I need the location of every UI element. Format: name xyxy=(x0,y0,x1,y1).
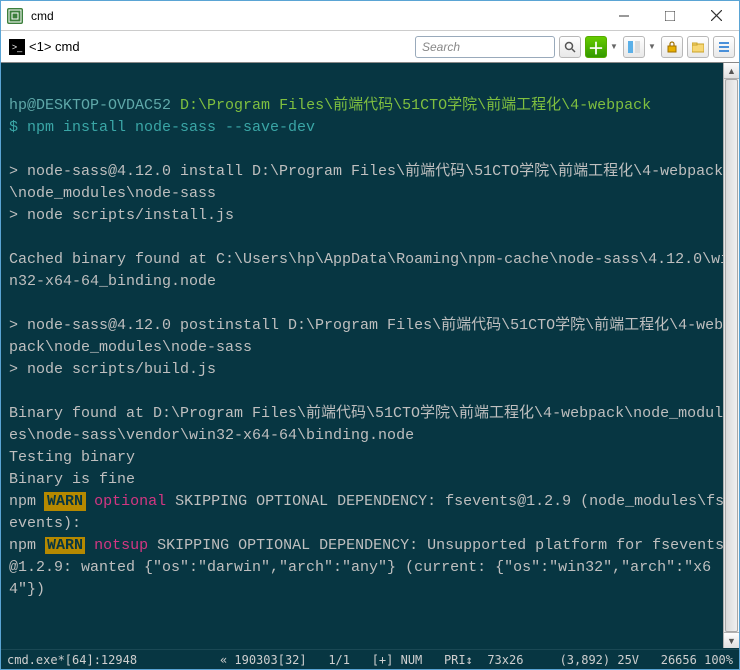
prompt-user: hp@DESKTOP-OVDAC52 xyxy=(9,97,171,114)
warn-kind: optional xyxy=(94,493,166,510)
output-line: > node-sass@4.12.0 install D:\Program Fi… xyxy=(9,163,723,202)
terminal-icon: >_ xyxy=(9,39,25,55)
window-title: cmd xyxy=(29,9,601,23)
warn-badge: WARN xyxy=(45,537,85,554)
split-button[interactable] xyxy=(623,36,645,58)
split-dropdown[interactable]: ▼ xyxy=(647,42,657,51)
status-sel: 26656 xyxy=(661,653,697,667)
warn-badge: WARN xyxy=(45,493,85,510)
new-tab-button[interactable]: ＋ xyxy=(585,36,607,58)
tab-cmd[interactable]: >_ <1> cmd xyxy=(5,37,84,57)
folder-icon xyxy=(692,41,704,53)
menu-button[interactable] xyxy=(713,36,735,58)
output-line: Binary found at D:\Program Files\前端代码\51… xyxy=(9,405,723,444)
status-zoom: 100% xyxy=(704,653,733,667)
minimize-button[interactable] xyxy=(601,1,647,30)
scrollbar[interactable]: ▲ ▼ xyxy=(723,63,739,648)
app-icon xyxy=(7,8,23,24)
status-pos: 1/1 xyxy=(328,653,350,667)
npm-prefix: npm xyxy=(9,493,36,510)
new-tab-dropdown[interactable]: ▼ xyxy=(609,42,619,51)
titlebar: cmd xyxy=(1,1,739,31)
scroll-thumb[interactable] xyxy=(725,79,738,632)
status-bar: cmd.exe*[64]:12948 « 190303[32] 1/1 [+] … xyxy=(1,649,739,669)
output-line: > node-sass@4.12.0 postinstall D:\Progra… xyxy=(9,317,723,356)
search-input[interactable]: Search xyxy=(415,36,555,58)
output-line: Cached binary found at C:\Users\hp\AppDa… xyxy=(9,251,729,290)
status-flags: [+] NUM PRI↕ xyxy=(372,653,473,667)
maximize-button[interactable] xyxy=(647,1,693,30)
scroll-track[interactable] xyxy=(724,79,739,632)
prompt-path: D:\Program Files\前端代码\51CTO学院\前端工程化\4-we… xyxy=(180,97,651,114)
lock-button[interactable] xyxy=(661,36,683,58)
command-line: $ npm install node-sass --save-dev xyxy=(9,119,315,136)
window-controls xyxy=(601,1,739,30)
folder-button[interactable] xyxy=(687,36,709,58)
scroll-up-button[interactable]: ▲ xyxy=(724,63,739,79)
npm-prefix: npm xyxy=(9,537,36,554)
output-line: Testing binary xyxy=(9,449,135,466)
search-icon xyxy=(564,41,576,53)
lock-icon xyxy=(666,41,678,53)
status-size: 73x26 xyxy=(487,653,523,667)
scroll-down-button[interactable]: ▼ xyxy=(724,632,739,648)
output-line: Binary is fine xyxy=(9,471,135,488)
toolbar: >_ <1> cmd Search ＋ ▼ ▼ xyxy=(1,31,739,63)
menu-icon xyxy=(718,41,730,53)
close-button[interactable] xyxy=(693,1,739,30)
split-icon xyxy=(628,41,640,53)
output-line: > node scripts/build.js xyxy=(9,361,216,378)
terminal-output[interactable]: hp@DESKTOP-OVDAC52 D:\Program Files\前端代码… xyxy=(1,63,739,649)
tab-label: <1> cmd xyxy=(29,39,80,54)
status-cursor: (3,892) 25V xyxy=(560,653,639,667)
search-go-button[interactable] xyxy=(559,36,581,58)
output-line: > node scripts/install.js xyxy=(9,207,234,224)
status-build: « 190303[32] xyxy=(220,653,307,667)
warn-kind: notsup xyxy=(94,537,148,554)
status-exe: cmd.exe*[64]:12948 xyxy=(7,653,137,667)
